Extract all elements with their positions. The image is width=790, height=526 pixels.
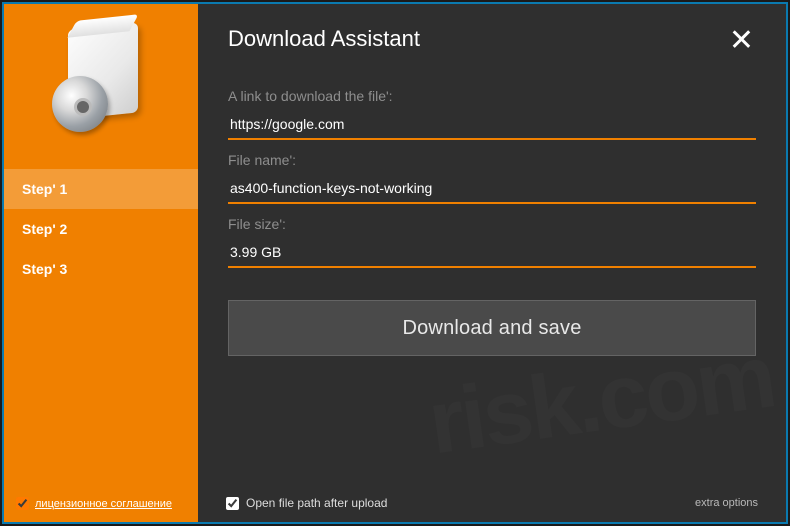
filesize-input[interactable] <box>228 238 756 268</box>
title-row: Download Assistant ✕ <box>228 26 756 76</box>
page-title: Download Assistant <box>228 26 420 52</box>
sidebar: Step' 1 Step' 2 Step' 3 лицензионное сог… <box>4 4 198 522</box>
installer-icon <box>46 24 156 134</box>
close-icon[interactable]: ✕ <box>727 26 756 56</box>
step-2[interactable]: Step' 2 <box>4 209 198 249</box>
steps-list: Step' 1 Step' 2 Step' 3 <box>4 169 198 289</box>
open-path-row[interactable]: Open file path after upload <box>226 496 387 510</box>
step-1[interactable]: Step' 1 <box>4 169 198 209</box>
filename-label: File name': <box>228 152 756 168</box>
license-checkbox[interactable] <box>16 497 29 510</box>
link-label: A link to download the file': <box>228 88 756 104</box>
download-button[interactable]: Download and save <box>228 300 756 356</box>
license-row: лицензионное соглашение <box>16 497 172 510</box>
main-panel: Download Assistant ✕ A link to download … <box>198 4 786 522</box>
link-input[interactable] <box>228 110 756 140</box>
license-link[interactable]: лицензионное соглашение <box>35 498 172 510</box>
filename-input[interactable] <box>228 174 756 204</box>
open-path-label: Open file path after upload <box>246 496 387 510</box>
filesize-label: File size': <box>228 216 756 232</box>
step-3[interactable]: Step' 3 <box>4 249 198 289</box>
open-path-checkbox[interactable] <box>226 497 239 510</box>
extra-options-link[interactable]: extra options <box>695 497 758 509</box>
app-window: Step' 1 Step' 2 Step' 3 лицензионное сог… <box>2 2 788 524</box>
footer: Open file path after upload extra option… <box>226 496 758 510</box>
